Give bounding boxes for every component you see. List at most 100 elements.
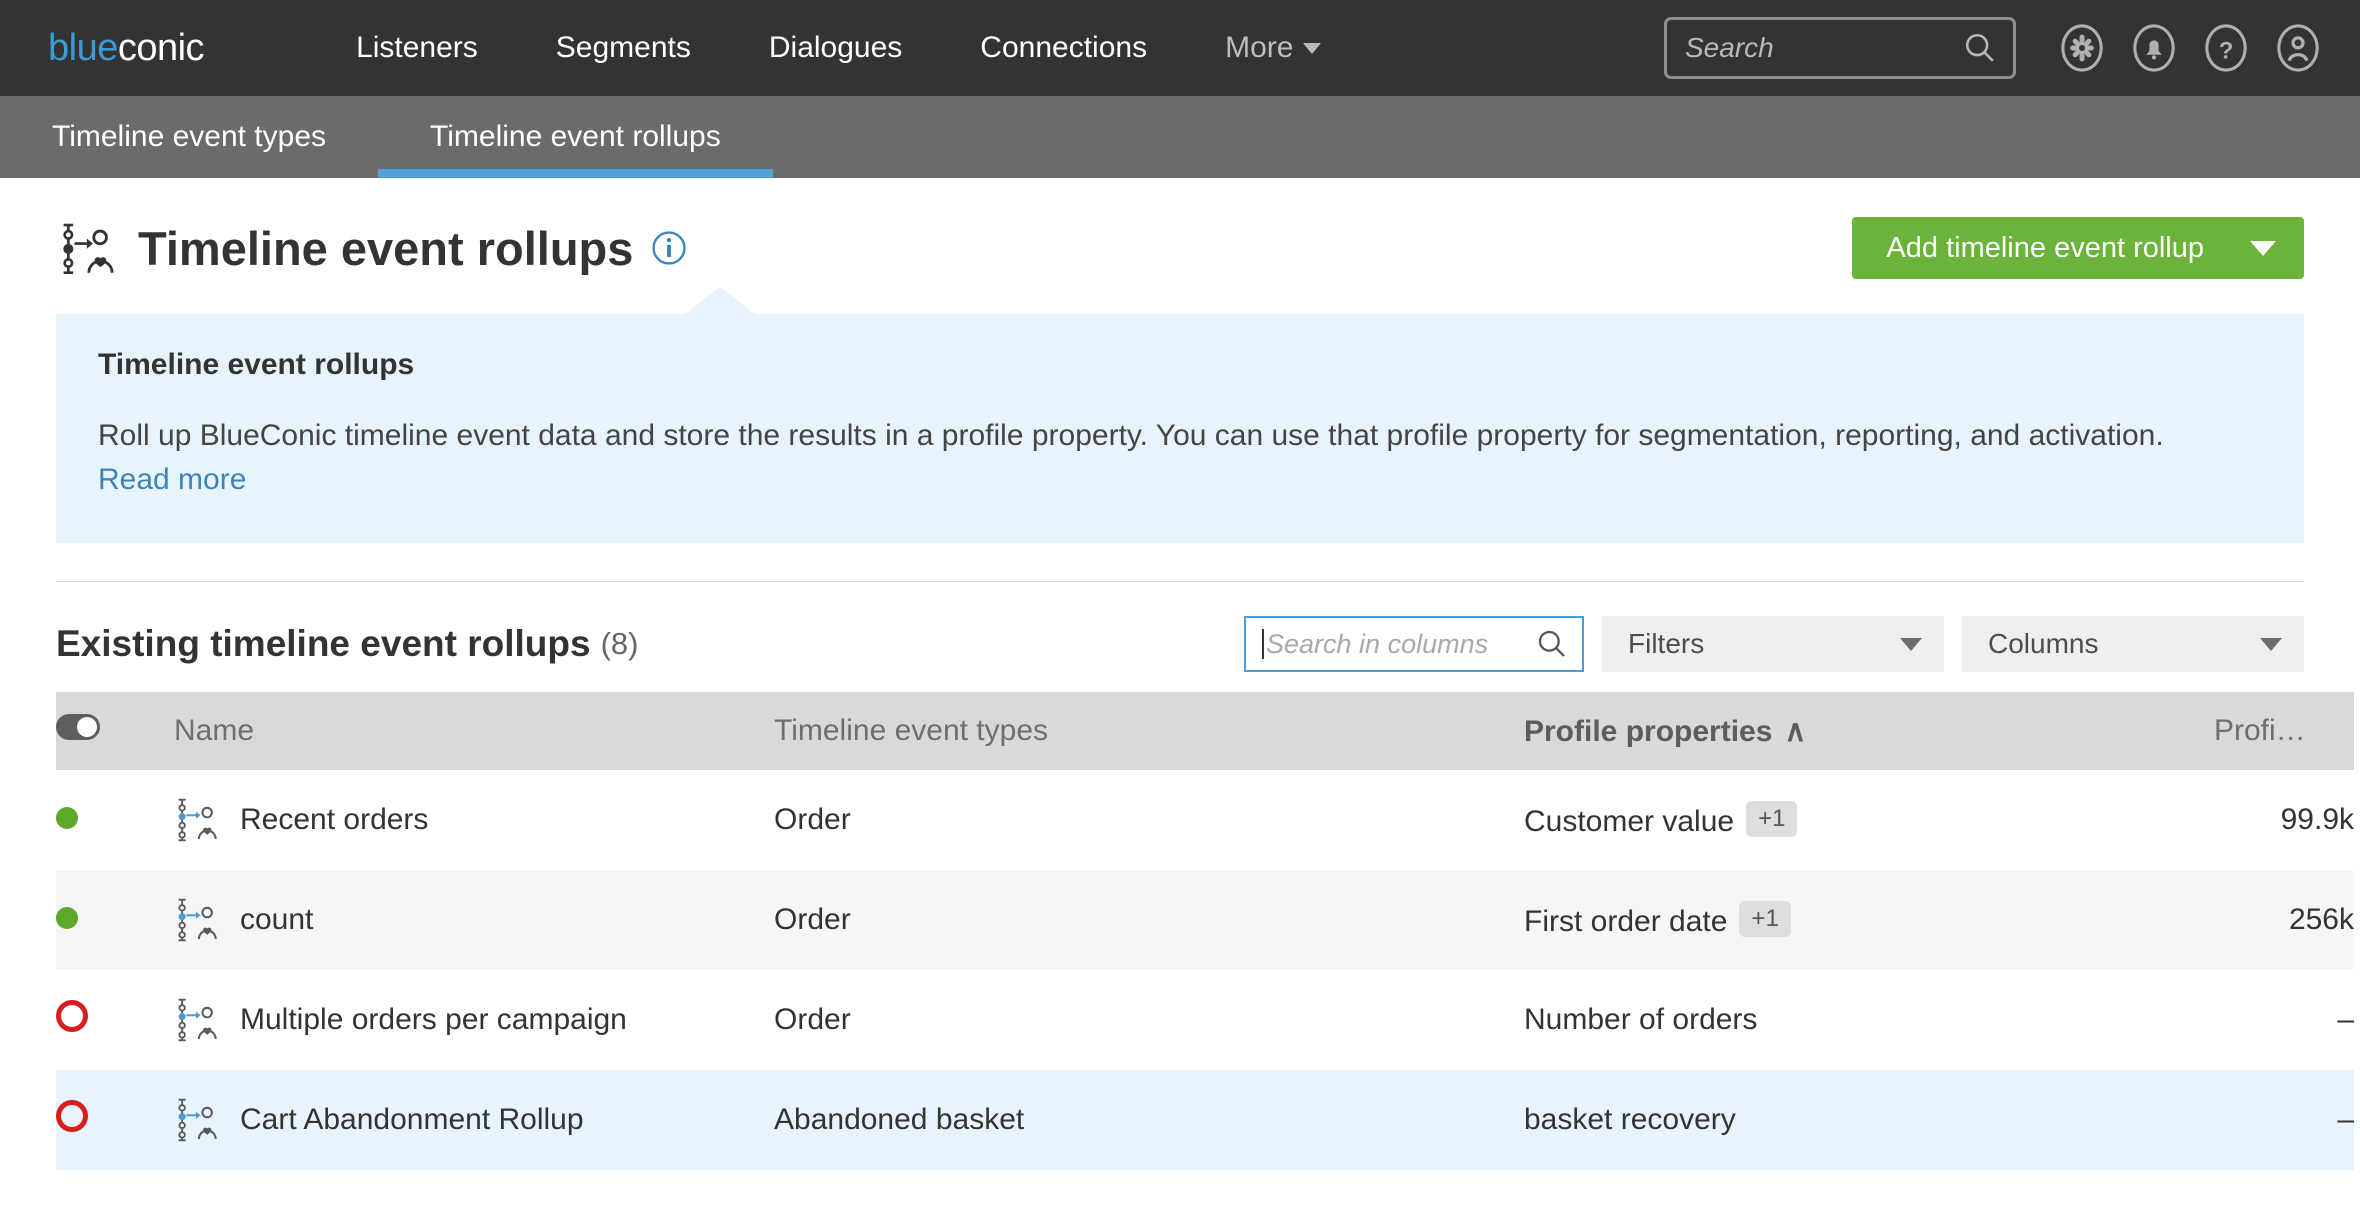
row-properties-cell: Customer value +1 [1524, 770, 2214, 870]
nav-item-connections[interactable]: Connections [980, 31, 1147, 65]
search-in-columns-input[interactable]: Search in columns [1244, 616, 1584, 672]
table-row[interactable]: Cart Abandonment Rollup Abandoned basket… [56, 1070, 2354, 1170]
row-name-cell: Recent orders [174, 770, 774, 870]
info-banner-text: Roll up BlueConic timeline event data an… [98, 419, 2164, 452]
nav-item-dialogues[interactable]: Dialogues [769, 31, 902, 65]
chevron-down-icon[interactable] [2250, 240, 2276, 256]
add-timeline-event-rollup-button[interactable]: Add timeline event rollup [1852, 217, 2304, 279]
info-banner-body: Roll up BlueConic timeline event data an… [98, 414, 2228, 501]
row-status-cell [56, 770, 174, 870]
status-indicator-on-icon [56, 807, 78, 829]
tab-timeline-event-rollups[interactable]: Timeline event rollups [378, 96, 773, 178]
row-properties-label: Customer value [1524, 805, 1735, 838]
select-all-toggle[interactable] [56, 714, 100, 740]
page-title: Timeline event rollups [138, 221, 634, 275]
gear-icon [2061, 24, 2103, 72]
filters-dropdown[interactable]: Filters [1602, 616, 1944, 672]
status-indicator-off-icon [56, 1000, 88, 1032]
global-search-box[interactable]: Search [1664, 17, 2016, 79]
table-row[interactable]: count Order First order date +1 256k [56, 870, 2354, 970]
account-icon [2277, 24, 2319, 72]
account-button[interactable] [2262, 12, 2334, 84]
list-header: Existing timeline event rollups (8) Sear… [56, 582, 2304, 692]
search-icon [1965, 33, 1994, 62]
global-search-placeholder: Search [1685, 32, 1774, 63]
row-status-cell [56, 870, 174, 970]
page-content: Timeline event rollups Add timeline even… [0, 178, 2360, 1170]
column-header-profiles[interactable]: Profi… [2214, 692, 2354, 770]
list-title: Existing timeline event rollups [56, 623, 591, 664]
row-profiles-cell: – [2337, 1103, 2354, 1136]
search-icon [1538, 630, 1565, 657]
row-properties-label: basket recovery [1524, 1103, 1736, 1136]
columns-dropdown[interactable]: Columns [1962, 616, 2304, 672]
timeline-event-rollup-icon [178, 898, 217, 942]
info-banner: Timeline event rollups Roll up BlueConic… [56, 314, 2304, 543]
page-header: Timeline event rollups Add timeline even… [56, 178, 2304, 300]
notifications-button[interactable] [2118, 12, 2190, 84]
filters-label: Filters [1628, 628, 1705, 659]
column-header-profiles-label: Profi… [2214, 714, 2306, 747]
status-indicator-off-icon [56, 1100, 88, 1132]
row-properties-label: Number of orders [1524, 1003, 1758, 1036]
nav-item-listeners[interactable]: Listeners [356, 31, 478, 65]
top-navigation-bar: blueconic Listeners Segments Dialogues C… [0, 0, 2360, 96]
row-name-wrapper: Cart Abandonment Rollup [174, 1094, 774, 1146]
row-name-wrapper: Recent orders [174, 794, 774, 846]
list-controls: Search in columns Filters Columns [1244, 616, 2304, 672]
timeline-event-rollup-icon [63, 223, 114, 275]
row-status-cell [56, 1070, 174, 1170]
row-properties-label: First order date [1524, 905, 1728, 938]
row-profiles-cell: – [2337, 1003, 2354, 1036]
row-name-cell: count [174, 870, 774, 970]
nav-item-segments[interactable]: Segments [556, 31, 691, 65]
row-status-cell [56, 970, 174, 1070]
table-header-row: Name Timeline event types Profile proper… [56, 692, 2354, 770]
table-header: Name Timeline event types Profile proper… [56, 692, 2354, 770]
column-header-name-label: Name [174, 714, 255, 747]
rollups-table: Name Timeline event types Profile proper… [56, 692, 2354, 1170]
table-row[interactable]: Recent orders Order Customer value +1 99.… [56, 770, 2354, 870]
row-properties-badge: +1 [1739, 901, 1791, 937]
bell-icon [2133, 24, 2175, 72]
help-button[interactable]: ? [2190, 12, 2262, 84]
table-row[interactable]: Multiple orders per campaign Order Numbe… [56, 970, 2354, 1070]
logo-text-blue: blue [48, 26, 118, 69]
nav-item-more-label: More [1225, 31, 1294, 64]
column-header-name[interactable]: Name [174, 692, 774, 770]
banner-pointer [684, 287, 756, 315]
nav-right-cluster: Search ? [1664, 12, 2334, 84]
row-name-label: Cart Abandonment Rollup [240, 1103, 584, 1136]
secondary-tab-bar: Timeline event types Timeline event roll… [0, 96, 2360, 178]
sort-ascending-icon: ∧ [1784, 714, 1807, 748]
row-properties-cell: First order date +1 [1524, 870, 2214, 970]
logo-text-conic: conic [117, 26, 205, 69]
timeline-event-rollup-icon [178, 1098, 217, 1142]
row-name-label: Multiple orders per campaign [240, 1003, 627, 1036]
search-in-columns-placeholder: Search in columns [1266, 628, 1489, 659]
info-banner-heading: Timeline event rollups [98, 348, 415, 381]
settings-button[interactable] [2046, 12, 2118, 84]
chevron-down-icon [1303, 42, 1322, 54]
status-indicator-on-icon [56, 907, 78, 929]
row-types-cell: Order [774, 803, 851, 836]
blueconic-logo[interactable]: blueconic [48, 26, 205, 70]
row-properties-badge: +1 [1746, 801, 1798, 837]
info-banner-wrapper: Timeline event rollups Roll up BlueConic… [56, 287, 2304, 543]
row-name-label: count [240, 903, 314, 936]
column-header-timeline-event-types[interactable]: Timeline event types [774, 692, 1524, 770]
info-icon[interactable] [651, 230, 687, 266]
row-properties-cell: basket recovery [1524, 1070, 2214, 1170]
tab-timeline-event-types[interactable]: Timeline event types [0, 96, 378, 178]
text-cursor [1262, 629, 1264, 659]
read-more-link[interactable]: Read more [98, 463, 246, 496]
row-name-wrapper: Multiple orders per campaign [174, 994, 774, 1046]
nav-item-more[interactable]: More [1225, 31, 1322, 65]
help-icon: ? [2205, 24, 2247, 72]
column-header-types-label: Timeline event types [774, 714, 1049, 747]
row-name-cell: Cart Abandonment Rollup [174, 1070, 774, 1170]
row-profiles-cell: 99.9k [2280, 803, 2354, 836]
row-types-cell: Order [774, 1003, 851, 1036]
column-header-profile-properties[interactable]: Profile properties ∧ [1524, 692, 2214, 770]
add-timeline-event-rollup-label: Add timeline event rollup [1886, 231, 2204, 264]
